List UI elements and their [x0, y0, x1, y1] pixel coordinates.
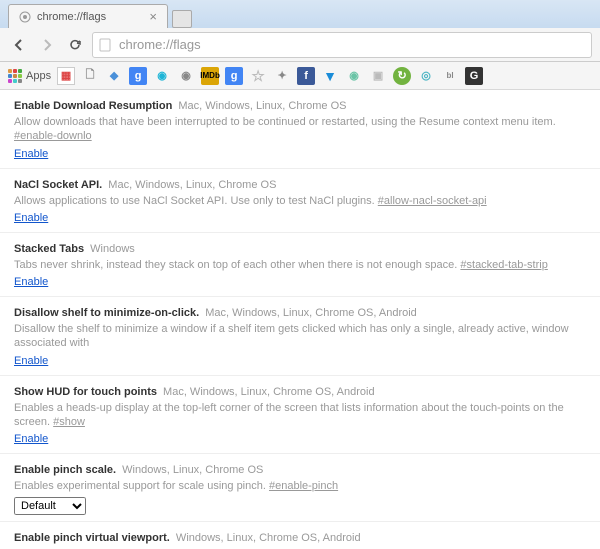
flag-entry: Enable pinch virtual viewport. Windows, …	[0, 521, 600, 549]
browser-tab[interactable]: chrome://flags ×	[8, 4, 168, 28]
bookmark-icon[interactable]: f	[297, 67, 315, 85]
flag-title: Show HUD for touch points	[14, 386, 157, 398]
bookmarks-bar: Apps ▦ 🗋 ◆ g ◉ ◉ IMDb g ☆ ✦ f ▼ ◉ ▣ ↻ ◎ …	[0, 62, 600, 90]
tab-favicon	[19, 11, 31, 23]
flag-platforms: Windows	[87, 243, 135, 255]
flag-entry: NaCl Socket API. Mac, Windows, Linux, Ch…	[0, 168, 600, 232]
flag-description: Allows applications to use NaCl Socket A…	[14, 194, 586, 208]
flag-title: Disallow shelf to minimize-on-click.	[14, 307, 199, 319]
bookmark-icon[interactable]: ▣	[369, 67, 387, 85]
bookmark-icon[interactable]: IMDb	[201, 67, 219, 85]
enable-link[interactable]: Enable	[14, 355, 48, 367]
flag-hash-link[interactable]: #allow-nacl-socket-api	[378, 195, 487, 207]
enable-link[interactable]: Enable	[14, 276, 48, 288]
bookmark-icon[interactable]: G	[465, 67, 483, 85]
bookmark-icon[interactable]: ◉	[177, 67, 195, 85]
flag-description: Enables experimental support for scale u…	[14, 479, 586, 493]
flag-entry: Disallow shelf to minimize-on-click. Mac…	[0, 296, 600, 375]
flag-platforms: Mac, Windows, Linux, Chrome OS	[175, 100, 346, 112]
apps-icon	[8, 69, 22, 83]
flag-title: Enable pinch scale.	[14, 464, 116, 476]
address-bar[interactable]: chrome://flags	[92, 32, 592, 58]
bookmark-icon[interactable]: g	[129, 67, 147, 85]
reload-button[interactable]	[64, 34, 86, 56]
flag-title: Enable Download Resumption	[14, 100, 172, 112]
address-text: chrome://flags	[119, 37, 201, 52]
bookmark-icon[interactable]: bl	[441, 67, 459, 85]
flag-description: Enables a heads-up display at the top-le…	[14, 401, 586, 430]
flag-hash-link[interactable]: #show	[53, 416, 85, 428]
bookmark-icon[interactable]: ✦	[273, 67, 291, 85]
back-button[interactable]	[8, 34, 30, 56]
flag-platforms: Windows, Linux, Chrome OS	[119, 464, 263, 476]
flag-hash-link[interactable]: #enable-pinch	[269, 480, 338, 492]
bookmark-icon[interactable]: ◉	[153, 67, 171, 85]
flag-description: Disallow the shelf to minimize a window …	[14, 322, 586, 351]
close-icon[interactable]: ×	[149, 9, 157, 24]
page-icon	[99, 38, 113, 52]
tab-strip: chrome://flags ×	[0, 0, 600, 28]
flag-entry: Enable pinch scale. Windows, Linux, Chro…	[0, 453, 600, 520]
toolbar: chrome://flags	[0, 28, 600, 62]
flag-entry: Show HUD for touch points Mac, Windows, …	[0, 375, 600, 454]
new-tab-button[interactable]	[172, 10, 192, 28]
flag-title: Stacked Tabs	[14, 243, 84, 255]
tab-title: chrome://flags	[37, 11, 106, 23]
enable-link[interactable]: Enable	[14, 148, 48, 160]
flag-hash-link[interactable]: #enable-downlo	[14, 130, 92, 142]
flag-description: Tabs never shrink, instead they stack on…	[14, 258, 586, 272]
bookmark-icon[interactable]: ↻	[393, 67, 411, 85]
enable-link[interactable]: Enable	[14, 433, 48, 445]
flag-title: NaCl Socket API.	[14, 179, 102, 191]
flag-entry: Enable Download Resumption Mac, Windows,…	[0, 90, 600, 168]
bookmark-icon[interactable]: ☆	[249, 67, 267, 85]
flag-platforms: Mac, Windows, Linux, Chrome OS, Android	[160, 386, 375, 398]
enable-link[interactable]: Enable	[14, 212, 48, 224]
apps-label: Apps	[26, 70, 51, 82]
flag-platforms: Windows, Linux, Chrome OS, Android	[173, 532, 361, 544]
bookmark-icon[interactable]: ▦	[57, 67, 75, 85]
bookmark-icon[interactable]: ▼	[321, 67, 339, 85]
flags-content: Enable Download Resumption Mac, Windows,…	[0, 90, 600, 549]
bookmark-icon[interactable]: ◆	[105, 67, 123, 85]
flag-title: Enable pinch virtual viewport.	[14, 532, 170, 544]
bookmark-icon[interactable]: ◎	[417, 67, 435, 85]
bookmark-icon[interactable]: ◉	[345, 67, 363, 85]
flag-select[interactable]: Default	[14, 497, 86, 515]
bookmark-icon[interactable]: 🗋	[81, 67, 99, 85]
flag-entry: Stacked Tabs Windows Tabs never shrink, i…	[0, 232, 600, 296]
apps-button[interactable]: Apps	[8, 69, 51, 83]
flag-hash-link[interactable]: #stacked-tab-strip	[460, 259, 547, 271]
bookmark-icon[interactable]: g	[225, 67, 243, 85]
flag-platforms: Mac, Windows, Linux, Chrome OS	[105, 179, 276, 191]
forward-button[interactable]	[36, 34, 58, 56]
flag-description: Allow downloads that have been interrupt…	[14, 115, 586, 144]
flag-platforms: Mac, Windows, Linux, Chrome OS, Android	[202, 307, 417, 319]
